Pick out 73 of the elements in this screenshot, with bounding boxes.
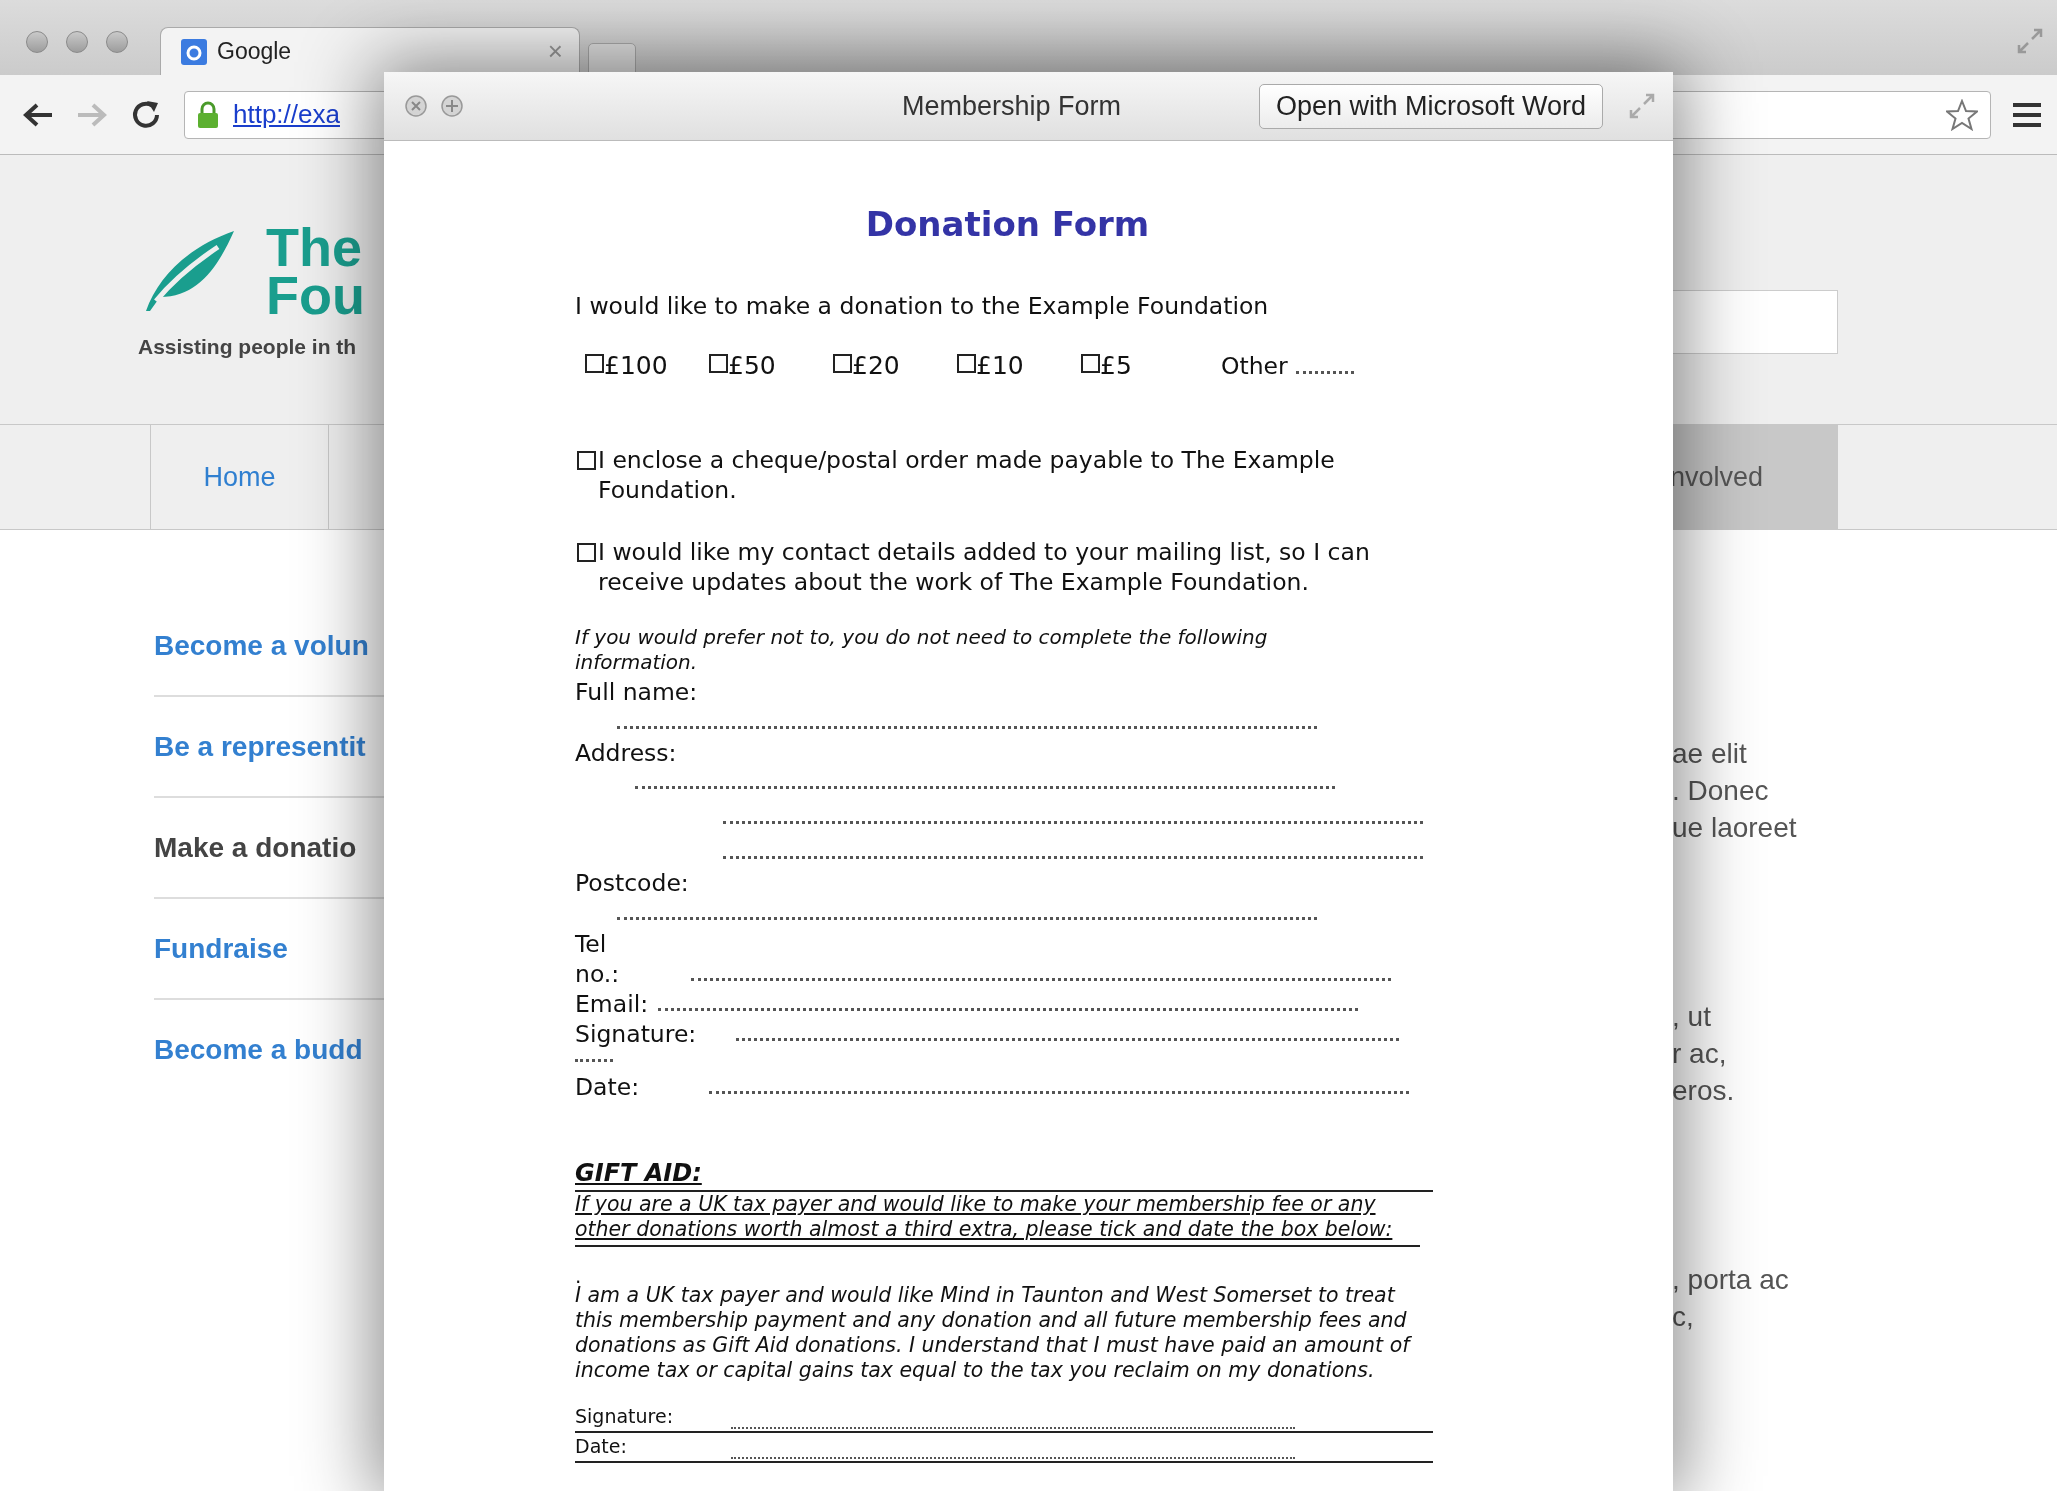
window-title: Membership Form	[900, 90, 1122, 122]
new-tab-button[interactable]	[588, 43, 636, 73]
body-text: . Donec	[1672, 774, 1770, 808]
form-label: Signature:	[575, 1404, 675, 1429]
fill-in-line[interactable]	[731, 1425, 1295, 1429]
menu-icon[interactable]	[2013, 101, 2041, 128]
lock-icon	[197, 100, 219, 129]
sidebar-link[interactable]: Fundraise	[154, 932, 288, 965]
body-text: ae elit	[1672, 737, 1748, 771]
fill-in-line[interactable]	[635, 784, 1335, 789]
amount-label: £20	[852, 351, 900, 381]
sidebar-link[interactable]: Be a representit	[154, 730, 366, 763]
site-logo-text: Fou	[266, 271, 365, 319]
form-label: Date:	[575, 1072, 640, 1102]
form-note: If you would prefer not to, you do not need to complete the following information.	[575, 625, 1269, 675]
fill-in-line[interactable]	[723, 819, 1423, 824]
site-tagline: Assisting people in th	[138, 335, 358, 359]
site-logo-text: The	[266, 223, 363, 271]
form-text: .	[575, 1269, 583, 1283]
form-label: Email:	[575, 989, 649, 1019]
amount-label: £100	[604, 351, 668, 381]
form-label: Tel no.:	[575, 929, 621, 989]
open-with-button[interactable]: Open with Microsoft Word	[1258, 83, 1603, 129]
body-text: c,	[1672, 1300, 1695, 1334]
form-label: Signature:	[575, 1019, 697, 1049]
fill-in-line[interactable]	[658, 1006, 1359, 1011]
form-text: I enclose a cheque/postal order made payable to The Example Foundation.	[598, 445, 1336, 505]
sidebar-link[interactable]: Become a volun	[154, 629, 369, 662]
checkbox[interactable]	[709, 353, 728, 373]
fill-in-line[interactable]	[723, 854, 1423, 859]
browser-tab[interactable]: Google ×	[160, 27, 580, 75]
form-label: Address:	[575, 738, 678, 768]
fill-in-line[interactable]	[1295, 369, 1354, 374]
form-heading: Donation Form	[864, 209, 1151, 239]
fill-in-line[interactable]	[617, 724, 1317, 729]
amount-label: £50	[728, 351, 776, 381]
amount-label: £10	[976, 351, 1024, 381]
body-text: , ut	[1672, 1000, 1712, 1034]
amount-label: £5	[1100, 351, 1132, 381]
body-text: , porta ac	[1672, 1263, 1790, 1297]
section-heading: GIFT AID:	[575, 1158, 1433, 1192]
close-icon[interactable]	[404, 94, 428, 118]
star-icon[interactable]	[1946, 98, 1978, 131]
form-label: Full name:	[575, 677, 699, 707]
tab-close-button[interactable]: ×	[547, 36, 563, 67]
form-text: I would like my contact details added to your mailing list, so I can receive updates about the work of The Example Foundation.	[598, 537, 1371, 597]
favicon-icon	[181, 38, 207, 65]
form-text: I would like to make a donation to the Example Foundation	[575, 291, 1270, 321]
reload-icon[interactable]	[130, 98, 162, 131]
form-note: If you are a UK tax payer and would like to make your membership fee or any other donations worth almost a third extra, please tick and date the box below:	[575, 1192, 1420, 1247]
declaration-text: I am a UK tax payer and would like Mind in Taunton and West Somerset to treat this membership payment and any donation and all future membership fees and donations as Gift Aid donations. I understand that I must have paid an amount of income tax or capital gains tax equal to the tax you reclaim on my donations.	[575, 1283, 1413, 1383]
nav-tab[interactable]: Home	[151, 425, 329, 529]
fill-in-line[interactable]	[575, 1057, 613, 1062]
body-text: ue laoreet	[1672, 811, 1798, 845]
fill-in-line[interactable]	[617, 915, 1317, 920]
form-label: Other	[1221, 351, 1288, 381]
checkbox[interactable]	[1081, 353, 1100, 373]
body-text: eros.	[1672, 1074, 1736, 1108]
fill-in-line[interactable]	[709, 1089, 1410, 1094]
body-text: r ac,	[1672, 1037, 1728, 1071]
fill-in-line[interactable]	[736, 1036, 1400, 1041]
sidebar-link[interactable]: Become a budd	[154, 1033, 363, 1066]
checkbox[interactable]	[577, 451, 596, 470]
form-label: Date:	[575, 1434, 628, 1459]
fill-in-line[interactable]	[691, 976, 1391, 981]
checkbox[interactable]	[957, 353, 976, 373]
form-label: Postcode:	[575, 868, 690, 898]
fill-in-line[interactable]	[731, 1455, 1295, 1459]
sidebar-link[interactable]: Make a donatio	[154, 831, 357, 864]
checkbox[interactable]	[585, 353, 604, 373]
checkbox[interactable]	[577, 543, 596, 562]
plus-icon[interactable]	[440, 94, 464, 118]
checkbox[interactable]	[833, 353, 852, 373]
